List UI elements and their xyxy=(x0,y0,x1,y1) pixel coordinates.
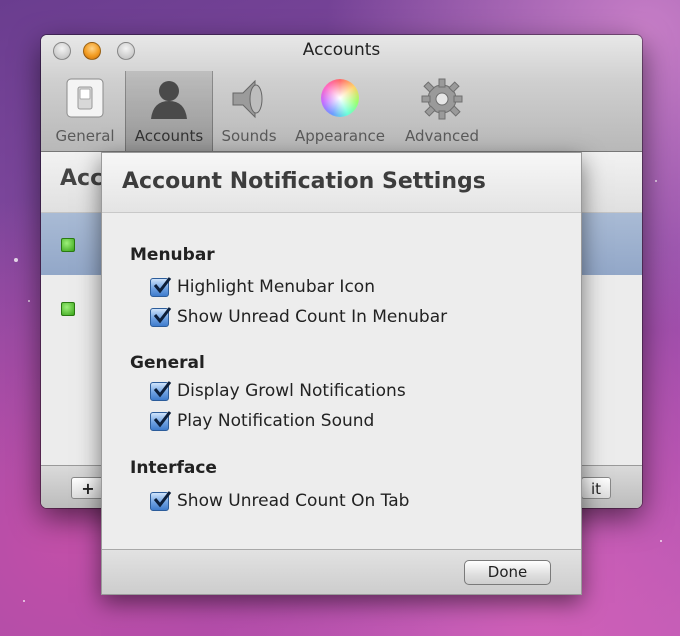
status-indicator xyxy=(61,238,75,252)
desktop-star xyxy=(655,180,657,182)
checkbox[interactable] xyxy=(150,381,172,401)
desktop-star xyxy=(14,258,18,262)
section-title-menubar: Menubar xyxy=(130,245,215,265)
checkbox[interactable] xyxy=(150,277,172,297)
toolbar-label: Appearance xyxy=(294,127,386,145)
notification-settings-sheet: Account Notification Settings Menubar Hi… xyxy=(101,152,582,595)
toolbar-appearance[interactable]: Appearance xyxy=(291,71,389,151)
checkmark-icon xyxy=(153,381,172,398)
toolbar-label: Advanced xyxy=(404,127,480,145)
person-silhouette-icon xyxy=(147,77,191,125)
desktop-star xyxy=(28,300,30,302)
speaker-icon xyxy=(227,77,271,125)
checkbox-label: Show Unread Count On Tab xyxy=(177,491,410,511)
checkbox[interactable] xyxy=(150,491,172,511)
accounts-header-text: Acc xyxy=(60,166,104,191)
sheet-footer: Done xyxy=(102,549,581,594)
checkmark-icon xyxy=(153,307,172,324)
toolbar-advanced[interactable]: Advanced xyxy=(401,71,483,151)
section-title-general: General xyxy=(130,353,205,373)
toolbar-label: General xyxy=(55,127,115,145)
gear-icon xyxy=(420,77,464,125)
checkbox-label: Display Growl Notifications xyxy=(177,381,406,401)
checkbox-label: Play Notification Sound xyxy=(177,411,375,431)
add-account-button[interactable]: + xyxy=(71,477,105,499)
toolbar-general[interactable]: General xyxy=(53,71,117,151)
toolbar-label: Accounts xyxy=(134,127,204,145)
checkmark-icon xyxy=(153,277,172,294)
checkmark-icon xyxy=(153,411,172,428)
light-switch-icon xyxy=(63,77,107,123)
edit-button[interactable]: it xyxy=(581,477,611,499)
sheet-title: Account Notification Settings xyxy=(122,169,486,194)
done-button[interactable]: Done xyxy=(464,560,551,585)
checkbox-label: Show Unread Count In Menubar xyxy=(177,307,448,327)
color-wheel-icon xyxy=(321,77,359,117)
status-indicator xyxy=(61,302,75,316)
sheet-header: Account Notification Settings xyxy=(102,153,581,213)
toolbar-accounts[interactable]: Accounts xyxy=(125,71,213,151)
toolbar-sounds[interactable]: Sounds xyxy=(216,71,282,151)
desktop-star xyxy=(660,540,662,542)
checkbox-label: Highlight Menubar Icon xyxy=(177,277,375,297)
checkbox[interactable] xyxy=(150,307,172,327)
section-title-interface: Interface xyxy=(130,458,217,478)
checkmark-icon xyxy=(153,491,172,508)
checkbox[interactable] xyxy=(150,411,172,431)
window-titlebar: Accounts General Accounts Sounds Appeara… xyxy=(41,35,642,152)
window-title: Accounts xyxy=(302,40,381,60)
desktop-star xyxy=(23,600,25,602)
toolbar-label: Sounds xyxy=(221,127,277,145)
